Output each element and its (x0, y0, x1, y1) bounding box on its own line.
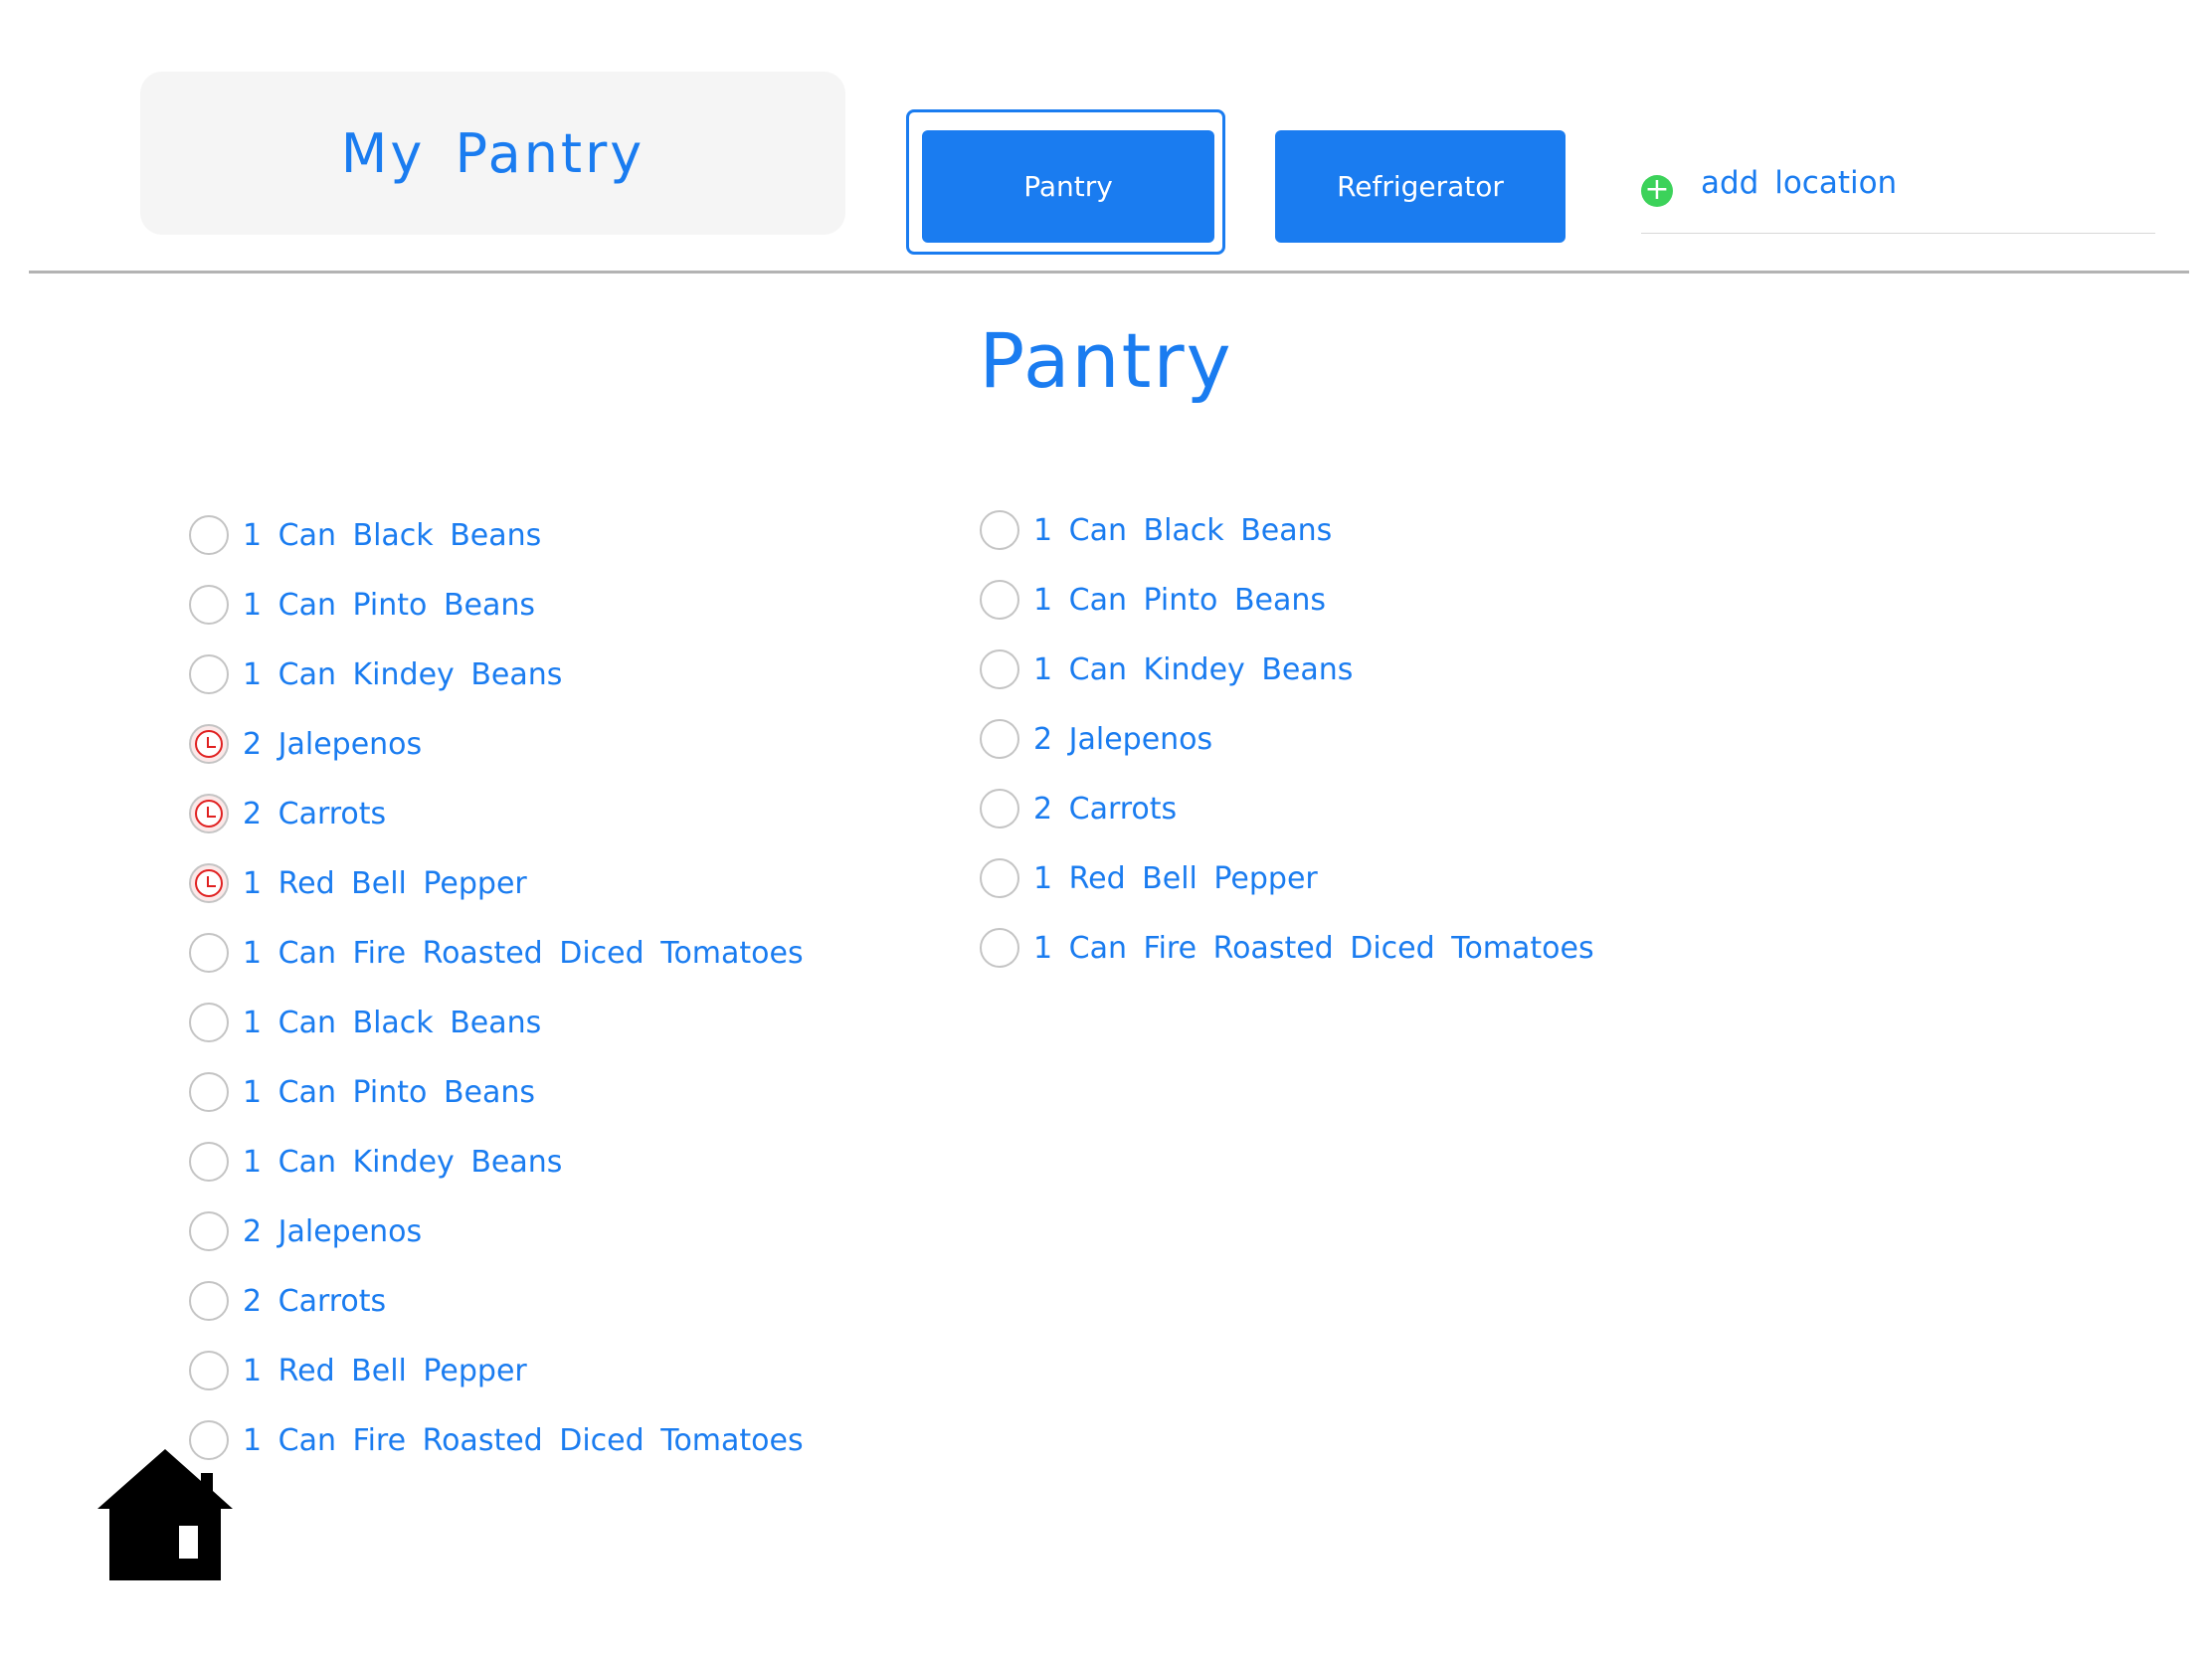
radio-button[interactable] (189, 1142, 229, 1182)
list-item[interactable]: 1 Can Black Beans (980, 495, 1594, 565)
list-item[interactable]: 1 Can Black Beans (189, 988, 804, 1057)
list-item-label[interactable]: 1 Red Bell Pepper (243, 1354, 527, 1388)
expiring-clock-icon[interactable] (189, 724, 229, 764)
list-item[interactable]: 2 Jalepenos (980, 704, 1594, 774)
radio-button[interactable] (980, 789, 1019, 829)
plus-circle-icon: + (1641, 175, 1673, 207)
list-item[interactable]: 1 Red Bell Pepper (189, 848, 804, 918)
list-item[interactable]: 1 Can Kindey Beans (189, 1127, 804, 1197)
list-item-label[interactable]: 1 Can Black Beans (243, 518, 541, 553)
list-item[interactable]: 1 Can Black Beans (189, 500, 804, 570)
list-item-label[interactable]: 1 Can Fire Roasted Diced Tomatoes (243, 936, 804, 971)
list-item-label[interactable]: 1 Can Black Beans (243, 1006, 541, 1040)
list-item-label[interactable]: 2 Carrots (1033, 792, 1177, 827)
radio-button[interactable] (980, 510, 1019, 550)
radio-button[interactable] (980, 928, 1019, 968)
add-location-label: add location (1701, 165, 1898, 201)
list-item[interactable]: 1 Can Kindey Beans (980, 635, 1594, 704)
radio-button[interactable] (980, 649, 1019, 689)
list-item[interactable]: 2 Jalepenos (189, 709, 804, 779)
list-item-label[interactable]: 2 Jalepenos (243, 727, 422, 762)
list-item-label[interactable]: 1 Can Pinto Beans (243, 1075, 535, 1110)
list-item[interactable]: 1 Can Kindey Beans (189, 640, 804, 709)
list-item-label[interactable]: 1 Can Black Beans (1033, 513, 1332, 548)
header-divider (29, 271, 2189, 274)
list-item-label[interactable]: 2 Carrots (243, 1284, 386, 1319)
list-item[interactable]: 1 Can Fire Roasted Diced Tomatoes (980, 913, 1594, 983)
list-item-label[interactable]: 1 Can Kindey Beans (243, 657, 562, 692)
app-title: My Pantry (340, 121, 645, 185)
radio-button[interactable] (189, 654, 229, 694)
radio-button[interactable] (980, 719, 1019, 759)
radio-button[interactable] (189, 1351, 229, 1390)
app-title-panel: My Pantry (140, 72, 845, 235)
radio-button[interactable] (189, 1211, 229, 1251)
radio-button[interactable] (189, 1072, 229, 1112)
tab-refrigerator[interactable]: Refrigerator (1275, 130, 1566, 243)
list-item-label[interactable]: 2 Jalepenos (1033, 722, 1212, 757)
expiring-clock-icon[interactable] (189, 794, 229, 833)
list-item[interactable]: 1 Can Pinto Beans (189, 570, 804, 640)
add-location-button[interactable]: + add location (1641, 159, 2155, 234)
list-item-label[interactable]: 1 Can Fire Roasted Diced Tomatoes (243, 1423, 804, 1458)
list-item[interactable]: 1 Can Pinto Beans (189, 1057, 804, 1127)
list-item[interactable]: 2 Carrots (980, 774, 1594, 843)
radio-button[interactable] (980, 858, 1019, 898)
list-item[interactable]: 1 Red Bell Pepper (189, 1336, 804, 1405)
expiring-clock-icon[interactable] (189, 863, 229, 903)
home-icon (97, 1449, 233, 1580)
list-item[interactable]: 1 Can Fire Roasted Diced Tomatoes (189, 918, 804, 988)
list-item-label[interactable]: 2 Carrots (243, 797, 386, 831)
list-item[interactable]: 1 Can Fire Roasted Diced Tomatoes (189, 1405, 804, 1475)
radio-button[interactable] (189, 585, 229, 625)
list-item[interactable]: 2 Carrots (189, 779, 804, 848)
list-item-label[interactable]: 1 Can Kindey Beans (243, 1145, 562, 1180)
list-item-label[interactable]: 1 Red Bell Pepper (243, 866, 527, 901)
radio-button[interactable] (980, 580, 1019, 620)
list-item-label[interactable]: 1 Can Kindey Beans (1033, 652, 1353, 687)
section-title: Pantry (979, 316, 1233, 405)
list-item[interactable]: 1 Can Pinto Beans (980, 565, 1594, 635)
radio-button[interactable] (189, 933, 229, 973)
home-button[interactable] (97, 1447, 233, 1580)
list-item[interactable]: 2 Carrots (189, 1266, 804, 1336)
list-item-label[interactable]: 1 Can Pinto Beans (243, 588, 535, 623)
list-item-label[interactable]: 1 Can Pinto Beans (1033, 583, 1326, 618)
list-item-label[interactable]: 1 Can Fire Roasted Diced Tomatoes (1033, 931, 1594, 966)
radio-button[interactable] (189, 515, 229, 555)
radio-button[interactable] (189, 1003, 229, 1042)
radio-button[interactable] (189, 1281, 229, 1321)
pantry-list-right: 1 Can Black Beans 1 Can Pinto Beans 1 Can … (980, 495, 1594, 983)
tab-pantry[interactable]: Pantry (922, 130, 1214, 243)
list-item[interactable]: 1 Red Bell Pepper (980, 843, 1594, 913)
list-item-label[interactable]: 2 Jalepenos (243, 1214, 422, 1249)
pantry-list-left: 1 Can Black Beans 1 Can Pinto Beans 1 Can … (189, 500, 804, 1475)
list-item-label[interactable]: 1 Red Bell Pepper (1033, 861, 1318, 896)
list-item[interactable]: 2 Jalepenos (189, 1197, 804, 1266)
